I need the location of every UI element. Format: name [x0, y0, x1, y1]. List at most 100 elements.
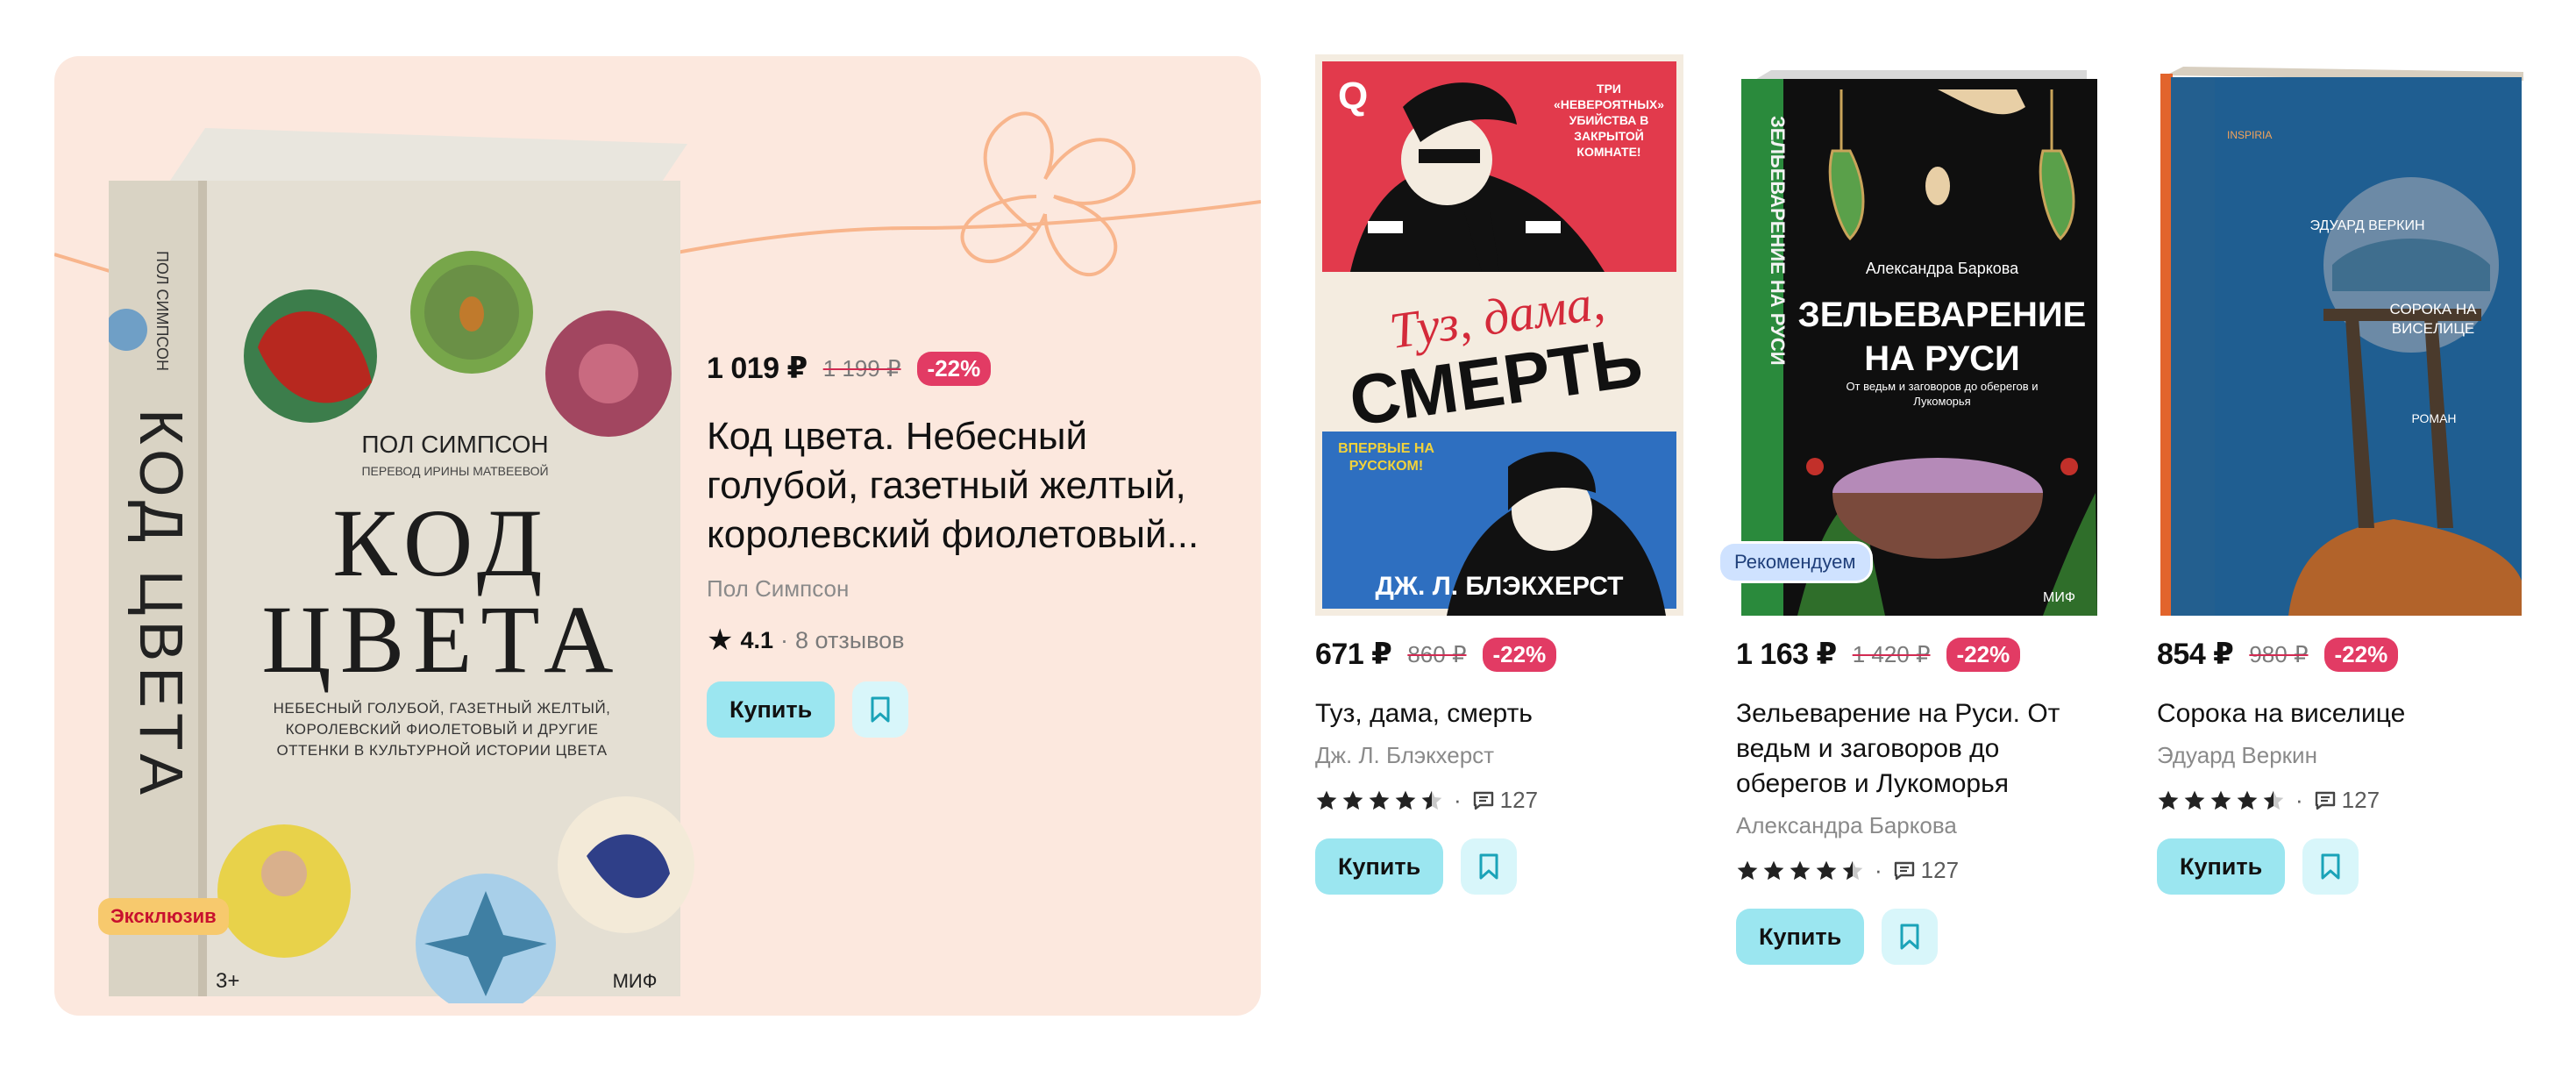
- reviews-count[interactable]: 127: [1921, 857, 1959, 884]
- rating-row: · 127: [1315, 787, 1683, 814]
- product-card[interactable]: Q ТРИ «НЕВЕРОЯТНЫХ» УБИЙСТВА В ЗАКРЫТОЙ …: [1315, 54, 1683, 895]
- cover-corner-q: Q: [1338, 75, 1368, 118]
- star-icon: [1763, 860, 1784, 880]
- price-row: 854 ₽ 980 ₽ -22%: [2157, 637, 2525, 672]
- cover-spine-author: ПОЛ СИМПСОН: [153, 251, 171, 371]
- book-cover-tuz-dama-smert[interactable]: Q ТРИ «НЕВЕРОЯТНЫХ» УБИЙСТВА В ЗАКРЫТОЙ …: [1315, 54, 1683, 616]
- bookmark-icon: [871, 696, 890, 723]
- star-icon: [2158, 790, 2179, 810]
- cover-subtitle: НЕБЕСНЫЙ ГОЛУБОЙ, ГАЗЕТНЫЙ ЖЕЛТЫЙ, КОРОЛ…: [273, 700, 611, 759]
- rating-stars: [1315, 789, 1443, 812]
- old-price: 1 199 ₽: [822, 354, 901, 382]
- product-title[interactable]: Зельеварение на Руси. От ведьм и заговор…: [1736, 696, 2087, 802]
- rating-row: · 127: [2157, 787, 2525, 814]
- rating-value: 4.1: [740, 626, 774, 653]
- comment-icon: [1473, 791, 1493, 810]
- book-cover-kod-tsveta[interactable]: ПОЛ СИМПСОН КОД ЦВЕТА ПОЛ СИМПСОН ПЕРЕВО…: [105, 119, 714, 1014]
- buy-button[interactable]: Купить: [1736, 909, 1865, 965]
- cover-author: Александра Баркова: [1866, 260, 2019, 277]
- star-icon: [2263, 790, 2284, 810]
- cover-title-line2: НА РУСИ: [1864, 339, 2020, 378]
- product-author[interactable]: Пол Симпсон: [707, 575, 1233, 603]
- product-card[interactable]: INSPIRIA ЭДУАРД ВЕРКИН СОРОКА НА ВИСЕЛИЦ…: [2157, 54, 2525, 895]
- product-author[interactable]: Дж. Л. Блэкхерст: [1315, 742, 1683, 769]
- cover-title-line2: ЦВЕТА: [261, 586, 622, 693]
- recommended-badge: Рекомендуем: [1720, 544, 1870, 581]
- cover-first-time: ВПЕРВЫЕ НА РУССКОМ!: [1338, 441, 1434, 474]
- star-icon: [1342, 790, 1363, 810]
- book-cover-soroka[interactable]: INSPIRIA ЭДУАРД ВЕРКИН СОРОКА НА ВИСЕЛИЦ…: [2157, 54, 2525, 616]
- star-icon: [1421, 790, 1442, 810]
- product-author[interactable]: Александра Баркова: [1736, 812, 2104, 839]
- bookmark-icon: [1479, 853, 1498, 880]
- star-icon: [1737, 860, 1758, 880]
- featured-product-card[interactable]: ПОЛ СИМПСОН КОД ЦВЕТА ПОЛ СИМПСОН ПЕРЕВО…: [54, 56, 1261, 1016]
- separator-dot: ·: [1454, 787, 1462, 813]
- rating-row: · 127: [1736, 857, 2104, 884]
- cover-author: ПОЛ СИМПСОН: [361, 431, 548, 458]
- separator-dot: ·: [2295, 787, 2303, 813]
- cover-title: СОРОКА НА ВИСЕЛИЦЕ: [2389, 301, 2477, 337]
- star-icon: [1842, 860, 1863, 880]
- featured-info: 1 019 ₽ 1 199 ₽ -22% Код цвета. Небесный…: [707, 351, 1233, 738]
- exclusive-badge: Эксклюзив: [98, 898, 229, 935]
- product-author[interactable]: Эдуард Веркин: [2157, 742, 2525, 769]
- price-row: 1 163 ₽ 1 420 ₽ -22%: [1736, 637, 2104, 672]
- book-cover-zelevarenie[interactable]: ЗЕЛЬЕВАРЕНИЕ НА РУСИ Александра Баркова …: [1736, 54, 2104, 616]
- actions: Купить: [707, 681, 1233, 738]
- comment-icon: [1894, 861, 1914, 880]
- rating-row: ★ 4.1 · 8 отзывов: [707, 625, 1233, 655]
- star-icon: [1316, 790, 1337, 810]
- old-price: 1 420 ₽: [1852, 640, 1931, 667]
- bookmark-icon: [2321, 853, 2340, 880]
- star-icon: [2237, 790, 2258, 810]
- star-icon: [1369, 790, 1390, 810]
- star-icon: [2184, 790, 2205, 810]
- star-icon: [1790, 860, 1811, 880]
- cover-spine-title: КОД ЦВЕТА: [127, 409, 196, 800]
- cover-age: 3+: [216, 969, 239, 993]
- product-card[interactable]: ЗЕЛЬЕВАРЕНИЕ НА РУСИ Александра Баркова …: [1736, 54, 2104, 965]
- buy-button[interactable]: Купить: [2157, 838, 2286, 895]
- product-title[interactable]: Код цвета. Небесный голубой, газетный же…: [707, 412, 1233, 560]
- actions: Купить: [1736, 909, 2104, 965]
- current-price: 671 ₽: [1315, 638, 1392, 671]
- buy-button[interactable]: Купить: [707, 681, 836, 738]
- product-title[interactable]: Сорока на виселице: [2157, 696, 2508, 731]
- old-price: 980 ₽: [2249, 640, 2309, 667]
- bookmark-button[interactable]: [2302, 838, 2359, 895]
- current-price: 1 163 ₽: [1736, 638, 1837, 671]
- reviews-count[interactable]: 8 отзывов: [795, 627, 905, 654]
- bookmark-button[interactable]: [852, 681, 909, 738]
- old-price: 860 ₽: [1407, 640, 1467, 667]
- cover-imprint: INSPIRIA: [2227, 129, 2272, 141]
- cover-title-line1: КОД: [332, 489, 551, 596]
- star-icon: [2210, 790, 2231, 810]
- product-title[interactable]: Туз, дама, смерть: [1315, 696, 1666, 731]
- cover-subtitle: От ведьм и заговоров до оберегов и Луком…: [1846, 380, 2039, 408]
- cover-publisher: МИФ: [613, 970, 658, 992]
- cover-tagline: ТРИ «НЕВЕРОЯТНЫХ» УБИЙСТВА В ЗАКРЫТОЙ КО…: [1553, 82, 1665, 159]
- cover-title-line1: ЗЕЛЬЕВАРЕНИЕ: [1798, 296, 2087, 334]
- cover-translator: ПЕРЕВОД ИРИНЫ МАТВЕЕВОЙ: [361, 463, 548, 478]
- bookmark-icon: [1900, 924, 1919, 950]
- reviews-count[interactable]: 127: [1500, 787, 1538, 814]
- cover-spine: ЗЕЛЬЕВАРЕНИЕ НА РУСИ: [1767, 116, 1789, 366]
- rating-stars: [1736, 860, 1864, 882]
- current-price: 1 019 ₽: [707, 352, 808, 385]
- cover-publisher: МИФ: [2043, 590, 2075, 605]
- star-icon: ★: [707, 624, 734, 657]
- discount-badge: -22%: [1482, 637, 1557, 672]
- current-price: 854 ₽: [2157, 638, 2234, 671]
- discount-badge: -22%: [916, 351, 992, 386]
- bookmark-button[interactable]: [1461, 838, 1518, 895]
- reviews-count[interactable]: 127: [2342, 787, 2380, 814]
- separator-dot: ·: [1875, 857, 1882, 883]
- cover-author: ЭДУАРД ВЕРКИН: [2309, 218, 2424, 233]
- cover-genre: РОМАН: [2411, 411, 2456, 425]
- bookmark-button[interactable]: [1882, 909, 1939, 965]
- price-row: 1 019 ₽ 1 199 ₽ -22%: [707, 351, 1233, 386]
- price-row: 671 ₽ 860 ₽ -22%: [1315, 637, 1683, 672]
- buy-button[interactable]: Купить: [1315, 838, 1444, 895]
- actions: Купить: [1315, 838, 1683, 895]
